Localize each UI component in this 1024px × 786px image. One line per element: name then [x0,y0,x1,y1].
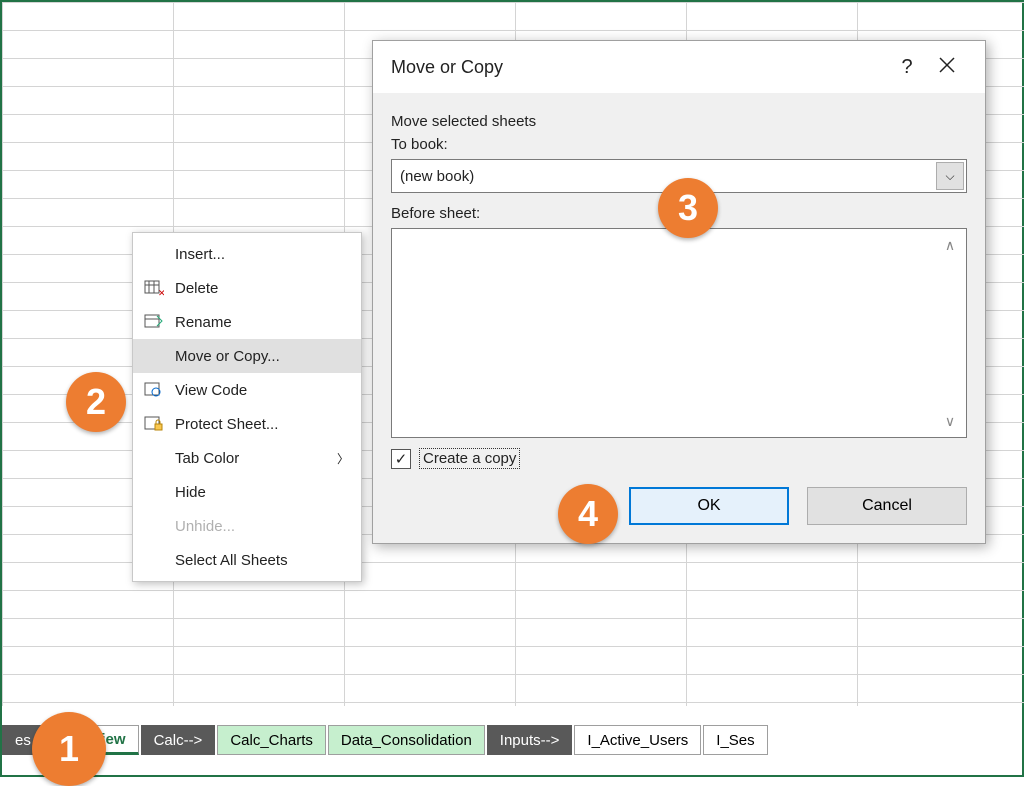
dialog-titlebar[interactable]: Move or Copy ? [373,41,985,93]
checkmark-icon: ✓ [395,450,408,468]
callout-2: 2 [66,372,126,432]
menu-label: Unhide... [175,518,235,535]
menu-label: Select All Sheets [175,552,288,569]
blank-icon [143,347,165,365]
menu-label: Tab Color [175,450,239,467]
dialog-title: Move or Copy [391,57,887,78]
ok-button[interactable]: OK [629,487,789,525]
menu-insert[interactable]: Insert... [133,237,361,271]
callout-3: 3 [658,178,718,238]
menu-move-or-copy[interactable]: Move or Copy... [133,339,361,373]
create-a-copy-checkbox[interactable]: ✓ [391,449,411,469]
close-button[interactable] [927,56,967,79]
create-a-copy-label: Create a copy [419,448,520,469]
menu-hide[interactable]: Hide [133,475,361,509]
view-code-icon [143,381,165,399]
to-book-value: (new book) [400,168,474,185]
sheet-tab-bar: es Overview Calc--> Calc_Charts Data_Con… [2,725,770,755]
menu-rename[interactable]: Rename [133,305,361,339]
menu-unhide: Unhide... [133,509,361,543]
callout-4: 4 [558,484,618,544]
menu-label: Move or Copy... [175,348,280,365]
submenu-arrow-icon: 〉 [337,450,349,467]
menu-select-all-sheets[interactable]: Select All Sheets [133,543,361,577]
blank-icon [143,483,165,501]
svg-text:✕: ✕ [158,288,164,296]
blank-icon [143,245,165,263]
menu-label: View Code [175,382,247,399]
sheet-tab-data-consolidation[interactable]: Data_Consolidation [328,725,485,755]
menu-label: Delete [175,280,218,297]
menu-protect-sheet[interactable]: Protect Sheet... [133,407,361,441]
move-or-copy-dialog: Move or Copy ? Move selected sheets To b… [372,40,986,544]
sheet-tab-active-users[interactable]: I_Active_Users [574,725,701,755]
to-book-label: To book: [391,136,967,153]
cancel-button[interactable]: Cancel [807,487,967,525]
scroll-up-icon[interactable]: ∧ [940,235,960,255]
menu-label: Insert... [175,246,225,263]
sheet-tab-calc[interactable]: Calc--> [141,725,216,755]
blank-icon [143,551,165,569]
menu-label: Rename [175,314,232,331]
menu-tab-color[interactable]: Tab Color 〉 [133,441,361,475]
dialog-button-row: OK Cancel [391,487,967,525]
help-button[interactable]: ? [887,56,927,79]
menu-label: Protect Sheet... [175,416,278,433]
menu-label: Hide [175,484,206,501]
blank-icon [143,517,165,535]
delete-sheet-icon: ✕ [143,279,165,297]
sheet-tab-ses[interactable]: I_Ses [703,725,767,755]
create-a-copy-row: ✓ Create a copy [391,448,967,469]
menu-view-code[interactable]: View Code [133,373,361,407]
blank-icon [143,449,165,467]
before-sheet-listbox[interactable]: ∧ ∨ [391,228,967,438]
protect-sheet-icon [143,415,165,433]
sheet-context-menu: Insert... ✕ Delete Rename Move or Copy..… [132,232,362,582]
scroll-down-icon[interactable]: ∨ [940,411,960,431]
rename-sheet-icon [143,313,165,331]
menu-delete[interactable]: ✕ Delete [133,271,361,305]
sheet-tab-calc-charts[interactable]: Calc_Charts [217,725,326,755]
chevron-down-icon[interactable]: ⌵ [936,162,964,190]
callout-1: 1 [32,712,106,786]
move-selected-sheets-label: Move selected sheets [391,113,967,130]
sheet-tab-inputs[interactable]: Inputs--> [487,725,573,755]
dialog-body: Move selected sheets To book: (new book)… [373,93,985,543]
